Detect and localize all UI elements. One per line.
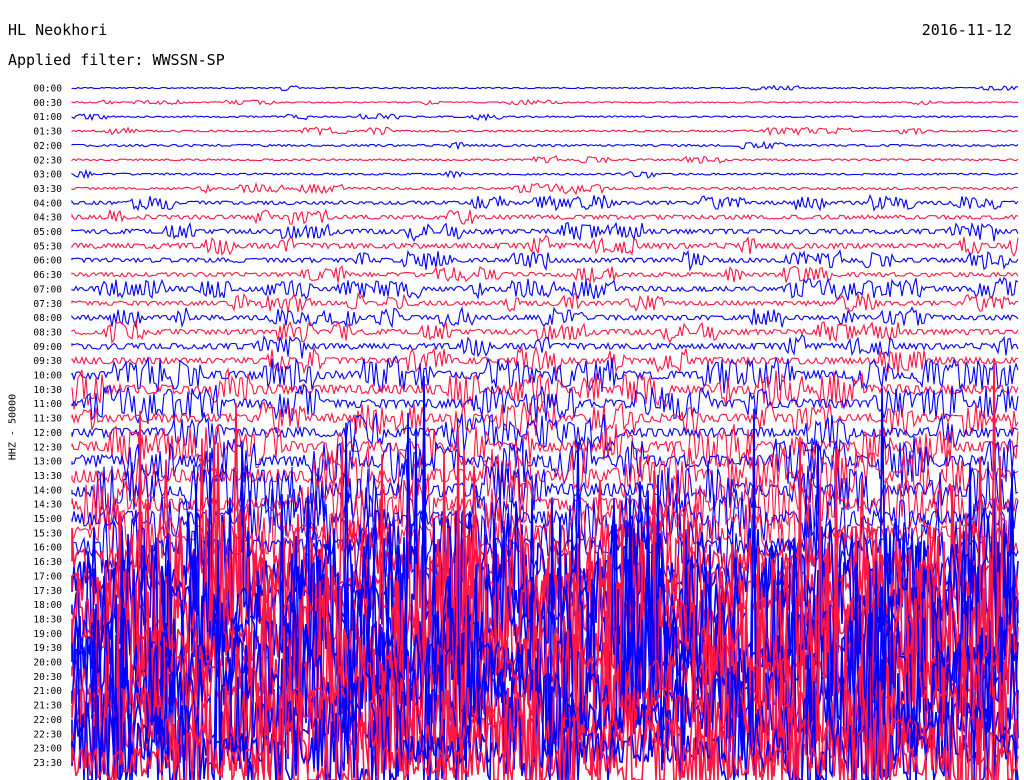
time-tick-label: 02:00	[33, 141, 62, 152]
trace-line	[71, 345, 1019, 375]
time-tick-label: 17:00	[33, 571, 62, 582]
time-tick-label: 11:30	[33, 414, 62, 425]
time-tick-label: 07:00	[33, 284, 62, 295]
time-tick-label: 19:00	[33, 629, 62, 640]
time-tick-label: 12:30	[33, 442, 62, 453]
trace-line	[71, 193, 1019, 212]
time-tick-label: 14:00	[33, 485, 62, 496]
time-tick-label: 19:30	[33, 643, 62, 654]
time-tick-label: 13:30	[33, 471, 62, 482]
trace-line	[71, 208, 1019, 225]
time-tick-label: 01:30	[33, 127, 62, 138]
time-tick-label: 06:30	[33, 270, 62, 281]
time-tick-label: 22:30	[33, 729, 62, 740]
time-tick-label: 08:30	[33, 327, 62, 338]
time-tick-label: 01:00	[33, 112, 62, 123]
time-tick-label: 04:30	[33, 213, 62, 224]
time-tick-label: 18:00	[33, 600, 62, 611]
trace-line	[71, 168, 1019, 180]
trace-line	[71, 140, 1019, 151]
time-tick-label: 16:00	[33, 543, 62, 554]
time-tick-label: 23:30	[33, 758, 62, 769]
time-tick-label: 00:00	[33, 84, 62, 95]
time-tick-label: 05:30	[33, 241, 62, 252]
time-tick-label: 23:00	[33, 744, 62, 755]
time-tick-label: 11:00	[33, 399, 62, 410]
time-tick-label: 03:00	[33, 170, 62, 181]
time-tick-label: 10:00	[33, 371, 62, 382]
trace-line	[71, 305, 1019, 330]
time-tick-label: 22:00	[33, 715, 62, 726]
time-tick-label: 02:30	[33, 155, 62, 166]
trace-line	[71, 155, 1019, 164]
trace-line	[71, 249, 1019, 272]
trace-line	[71, 277, 1019, 301]
time-tick-label: 09:00	[33, 342, 62, 353]
time-tick-label: 09:30	[33, 356, 62, 367]
time-tick-label: 07:30	[33, 299, 62, 310]
time-tick-label: 21:00	[33, 686, 62, 697]
time-tick-label: 14:30	[33, 500, 62, 511]
time-tick-label: 13:00	[33, 457, 62, 468]
trace-line	[71, 98, 1019, 106]
time-tick-label: 00:30	[33, 98, 62, 109]
time-tick-label: 05:00	[33, 227, 62, 238]
time-tick-label: 16:30	[33, 557, 62, 568]
time-tick-label: 20:30	[33, 672, 62, 683]
trace-line	[71, 84, 1019, 92]
time-tick-label: 15:00	[33, 514, 62, 525]
time-tick-label: 17:30	[33, 586, 62, 597]
trace-line	[71, 234, 1019, 258]
time-tick-label: 04:00	[33, 198, 62, 209]
time-tick-label: 20:00	[33, 658, 62, 669]
time-tick-label: 12:00	[33, 428, 62, 439]
time-tick-label: 08:00	[33, 313, 62, 324]
trace-line	[71, 126, 1019, 137]
time-tick-label: 10:30	[33, 385, 62, 396]
time-tick-label: 15:30	[33, 528, 62, 539]
time-tick-label: 18:30	[33, 614, 62, 625]
trace-line	[71, 264, 1019, 284]
trace-line	[71, 113, 1019, 122]
time-tick-label: 06:00	[33, 256, 62, 267]
time-tick-label: 03:30	[33, 184, 62, 195]
seismogram-plot: 00:00 00:30 01:00 01:30 02:00 02:30 03:00 03:30…	[33, 84, 1019, 780]
time-tick-label: 21:30	[33, 701, 62, 712]
trace-line	[71, 181, 1019, 196]
